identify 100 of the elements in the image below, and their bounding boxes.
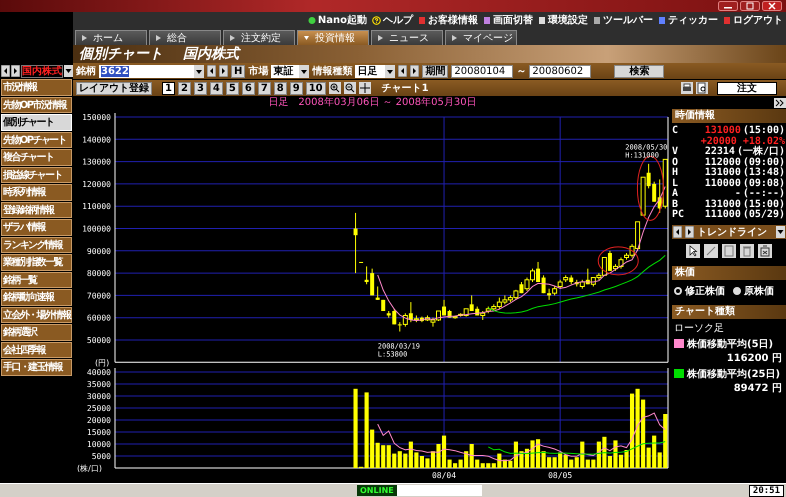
crosshair-icon[interactable] [358,82,371,94]
field-label: 情報種類 [312,64,352,78]
date-input[interactable]: 20080602 [529,64,592,78]
page-number-button[interactable]: 7 [258,82,271,94]
axis-label: 5000 [92,452,111,461]
previous-arrow-button[interactable] [207,65,216,77]
sidebar-item[interactable]: ザラバ情報 [1,219,72,236]
dropdown-caret-icon[interactable] [776,226,785,238]
chart-name: チャート1 [382,82,429,95]
quote-time: (05/29) [742,210,785,220]
quote-label: PC [672,210,686,220]
quote-time: (15:00) [742,200,785,210]
delete-icon[interactable] [740,244,754,258]
page-number-button[interactable]: 2 [178,82,191,94]
next-arrow-button[interactable] [11,65,20,77]
info-type-select[interactable]: 日足 [355,64,396,78]
search-button[interactable]: 検索 [614,64,664,78]
previous-arrow-button[interactable] [673,226,682,238]
sidebar-item[interactable]: 銘柄選択 [1,324,72,340]
page-number-button[interactable]: 4 [210,82,223,94]
quote-label: O [672,158,680,168]
next-arrow-button[interactable] [685,226,694,238]
sidebar-item[interactable]: 登録銘柄情報 [1,202,72,218]
h-button[interactable]: H [231,64,246,78]
header-link[interactable]: ログアウト [723,13,783,27]
sidebar-item[interactable]: 手口・建玉情報 [1,359,72,376]
page-number-button[interactable]: 10 [306,82,326,94]
dropdown-caret-icon[interactable] [64,65,73,77]
sidebar-item[interactable]: ランキング情報 [1,236,72,253]
quote-value: 112000 [704,158,741,168]
axis-label: 30000 [86,392,111,401]
link-icon [308,16,316,24]
settings-icon [538,16,546,24]
sidebar-item[interactable]: 複合チャート [1,149,72,166]
line-tool-icon[interactable] [704,244,718,258]
market-select[interactable]: 東証 [271,64,310,78]
previous-arrow-button[interactable] [398,65,408,77]
trendline-label: トレンドライン [697,226,767,238]
triangle-icon [156,35,161,41]
page-number-button[interactable]: 3 [194,82,207,94]
symbol-select[interactable]: 3622 [99,64,204,78]
header-link[interactable]: お客様情報 [418,13,478,27]
page-number-button[interactable]: 5 [226,82,239,94]
sidebar-item[interactable]: 損益線チャート [1,166,72,183]
nav-tab[interactable]: 投資情報 [297,30,369,45]
nav-tab[interactable]: ニュース [371,30,443,45]
header-link[interactable]: 画面切替 [483,13,533,27]
expand-icon[interactable] [774,98,786,108]
next-arrow-button[interactable] [410,65,420,77]
page-number-button[interactable]: 1 [162,82,175,94]
market-selector[interactable]: 国内株式 [21,64,63,78]
sidebar-item[interactable]: 先物OP市況情報 [1,96,72,113]
maximize-icon[interactable] [740,1,760,11]
radio-option[interactable]: 原株価 [733,284,774,298]
sidebar-item[interactable]: 市況情報 [1,79,72,96]
nav-tab[interactable]: マイページ [445,30,517,45]
page-number-button[interactable]: 6 [242,82,255,94]
link-icon [483,16,491,24]
header-link[interactable]: 環境設定 [538,13,588,27]
nav-tab[interactable]: ホーム [75,30,147,45]
nav-tab[interactable]: 総合 [149,30,221,45]
header-link[interactable]: ツールバー [593,13,653,27]
page-number-button[interactable]: 8 [274,82,287,94]
preview-icon[interactable] [696,82,708,94]
chart-type-name: ローソク足 [673,322,725,334]
order-button[interactable]: 注文 [717,82,777,94]
minimize-icon[interactable] [718,1,738,11]
sidebar-item[interactable]: 先物OPチャート [1,132,72,148]
period-button[interactable]: 期間 [422,64,448,78]
document-icon[interactable] [722,244,736,258]
sidebar-item[interactable]: 銘柄動向速報 [1,289,72,306]
sidebar-item[interactable]: 業種別指数一覧 [1,254,72,270]
header-link[interactable]: ヘルプ [372,13,413,27]
nav-tab[interactable]: 注文約定 [223,30,295,45]
radio-option[interactable]: 修正株価 [674,284,725,298]
pointer-icon[interactable] [686,244,700,258]
layout-save-button[interactable]: レイアウト登録 [76,82,152,94]
axis-label: 25000 [86,404,111,413]
print-icon[interactable] [681,82,693,94]
page-number-button[interactable]: 9 [290,82,303,94]
clear-all-icon[interactable] [758,244,772,258]
sidebar-item[interactable]: 立会外・場外情報 [1,306,72,323]
quote-label: A [672,189,680,200]
header-link[interactable]: ティッカー [658,13,718,27]
sidebar-item[interactable]: 銘柄一覧 [1,272,72,288]
close-icon[interactable] [762,1,782,11]
zoom-in-icon[interactable] [328,82,341,94]
next-arrow-button[interactable] [219,65,228,77]
header-link[interactable]: Nano起動 [308,13,367,27]
field-label: 市場 [248,64,268,78]
quote-value: - [734,189,741,200]
quote-value: 131000 [704,200,741,210]
quote-label: B [672,200,680,210]
zoom-out-icon[interactable] [344,82,356,94]
sidebar-item[interactable]: 会社四季報 [1,342,72,358]
sidebar-item[interactable]: 個別チャート [1,114,72,130]
triangle-icon [304,35,309,41]
previous-arrow-button[interactable] [1,65,10,77]
date-input[interactable]: 20080104 [451,64,514,78]
sidebar-item[interactable]: 時系列情報 [1,184,72,200]
